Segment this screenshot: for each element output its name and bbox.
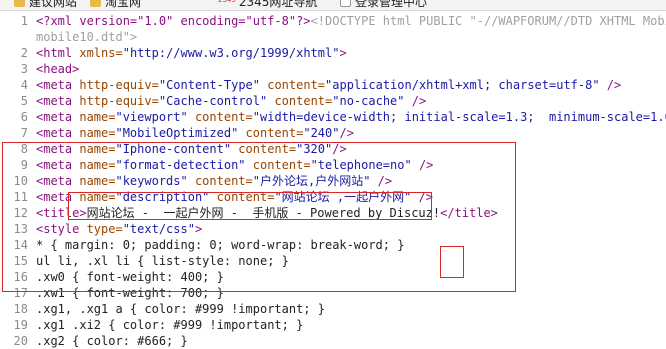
line-number: 20: [13, 334, 28, 348]
page-icon: [340, 0, 351, 7]
code-text: <meta http-equiv="Cache-control" content…: [36, 93, 426, 109]
code-token: <?xml version="1.0" encoding="utf-8"?>: [36, 14, 311, 28]
code-token: content=: [260, 78, 326, 92]
line-number: 7: [20, 126, 28, 140]
code-token: <html: [36, 46, 80, 60]
code-line: 7 <meta name="MobileOptimized" content="2…: [0, 125, 666, 141]
bookmark-label: 登录管理中心: [355, 0, 428, 9]
code-token: xmlns=: [79, 46, 123, 60]
line-number: 19: [13, 318, 28, 332]
line-number: 5: [20, 94, 28, 108]
line-number: 3: [20, 62, 28, 76]
code-token: "no-cache": [332, 94, 405, 108]
folder-icon: [14, 0, 25, 7]
code-token: >: [339, 46, 347, 60]
code-token: <meta: [36, 94, 80, 108]
code-token: content=: [187, 110, 253, 124]
2345-logo-icon: 2345: [218, 0, 236, 7]
line-number: 2: [20, 46, 28, 60]
bookmark-0[interactable]: 建议网站: [14, 0, 77, 9]
code-token: mobile10.dtd">: [36, 30, 138, 44]
code-token: name=: [79, 126, 116, 140]
bookmark-label: 建议网站: [29, 0, 78, 9]
code-token: .xg2 { color: #666; }: [36, 334, 188, 348]
code-token: "viewport": [115, 110, 188, 124]
code-token: http-equiv=: [79, 78, 159, 92]
code-token: "Cache-control": [158, 94, 268, 108]
line-number: 18: [13, 302, 28, 316]
code-token: "240": [303, 126, 340, 140]
code-text: .xg1, .xg1 a { color: #999 !important; }: [36, 301, 325, 317]
code-line: 3 <head>: [0, 61, 666, 77]
code-token: "application/xhtml+xml; charset=utf-8": [325, 78, 600, 92]
bookmark-label: 2345网址导航: [238, 0, 318, 9]
code-token: />: [339, 126, 354, 140]
bookmark-2[interactable]: 2345 2345网址导航: [218, 0, 317, 9]
highlight-box-title: [68, 192, 432, 220]
code-token: "Content-Type": [158, 78, 260, 92]
line-number: 1: [20, 14, 28, 28]
code-token: <meta: [36, 78, 80, 92]
code-line: 5 <meta http-equiv="Cache-control" conten…: [0, 93, 666, 109]
code-token: content=: [238, 126, 304, 140]
folder-icon: [90, 0, 101, 7]
code-token: "width=device-width; initial-scale=1.3; …: [252, 110, 666, 124]
code-text: .xg1 .xi2 { color: #999 !important; }: [36, 317, 303, 333]
code-token: <head>: [36, 62, 80, 76]
code-token: http-equiv=: [79, 94, 159, 108]
bookmarks-bar: 建议网站 淘宝网 2345 2345网址导航 登录管理中心: [0, 0, 666, 11]
code-line: 4 <meta http-equiv="Content-Type" content…: [0, 77, 666, 93]
code-token: <meta: [36, 110, 80, 124]
highlight-box-small: [440, 246, 464, 278]
code-line: 1 <?xml version="1.0" encoding="utf-8"?><…: [0, 13, 666, 29]
bookmark-3[interactable]: 登录管理中心: [340, 0, 427, 9]
code-token: "http://www.w3.org/1999/xhtml": [122, 46, 340, 60]
code-line: 18 .xg1, .xg1 a { color: #999 !important;…: [0, 301, 666, 317]
code-line: mobile10.dtd">: [0, 29, 666, 45]
bookmark-1[interactable]: 淘宝网: [90, 0, 141, 9]
code-line: 19 .xg1 .xi2 { color: #999 !important; }: [0, 317, 666, 333]
code-text: <?xml version="1.0" encoding="utf-8"?><!…: [36, 13, 666, 29]
code-line: 20 .xg2 { color: #666; }: [0, 333, 666, 349]
line-number: 4: [20, 78, 28, 92]
bookmark-label: 淘宝网: [105, 0, 142, 9]
code-token: name=: [79, 110, 116, 124]
code-text: <meta name="MobileOptimized" content="24…: [36, 125, 354, 141]
code-token: content=: [267, 94, 333, 108]
line-number: 6: [20, 110, 28, 124]
code-token: <!DOCTYPE html PUBLIC "-//WAPFORUM//DTD …: [310, 14, 666, 28]
code-line: 6 <meta name="viewport" content="width=de…: [0, 109, 666, 125]
code-token: />: [599, 78, 622, 92]
code-text: .xg2 { color: #666; }: [36, 333, 188, 349]
code-token: "MobileOptimized": [115, 126, 239, 140]
code-text: <meta http-equiv="Content-Type" content=…: [36, 77, 621, 93]
code-token: />: [404, 94, 427, 108]
code-line: 2 <html xmlns="http://www.w3.org/1999/xht…: [0, 45, 666, 61]
code-text: mobile10.dtd">: [36, 29, 137, 45]
code-token: <meta: [36, 126, 80, 140]
code-text: <html xmlns="http://www.w3.org/1999/xhtm…: [36, 45, 347, 61]
code-text: <meta name="viewport" content="width=dev…: [36, 109, 666, 125]
code-text: <head>: [36, 61, 79, 77]
code-token: .xg1, .xg1 a { color: #999 !important; }: [36, 302, 325, 316]
code-token: .xg1 .xi2 { color: #999 !important; }: [36, 318, 304, 332]
